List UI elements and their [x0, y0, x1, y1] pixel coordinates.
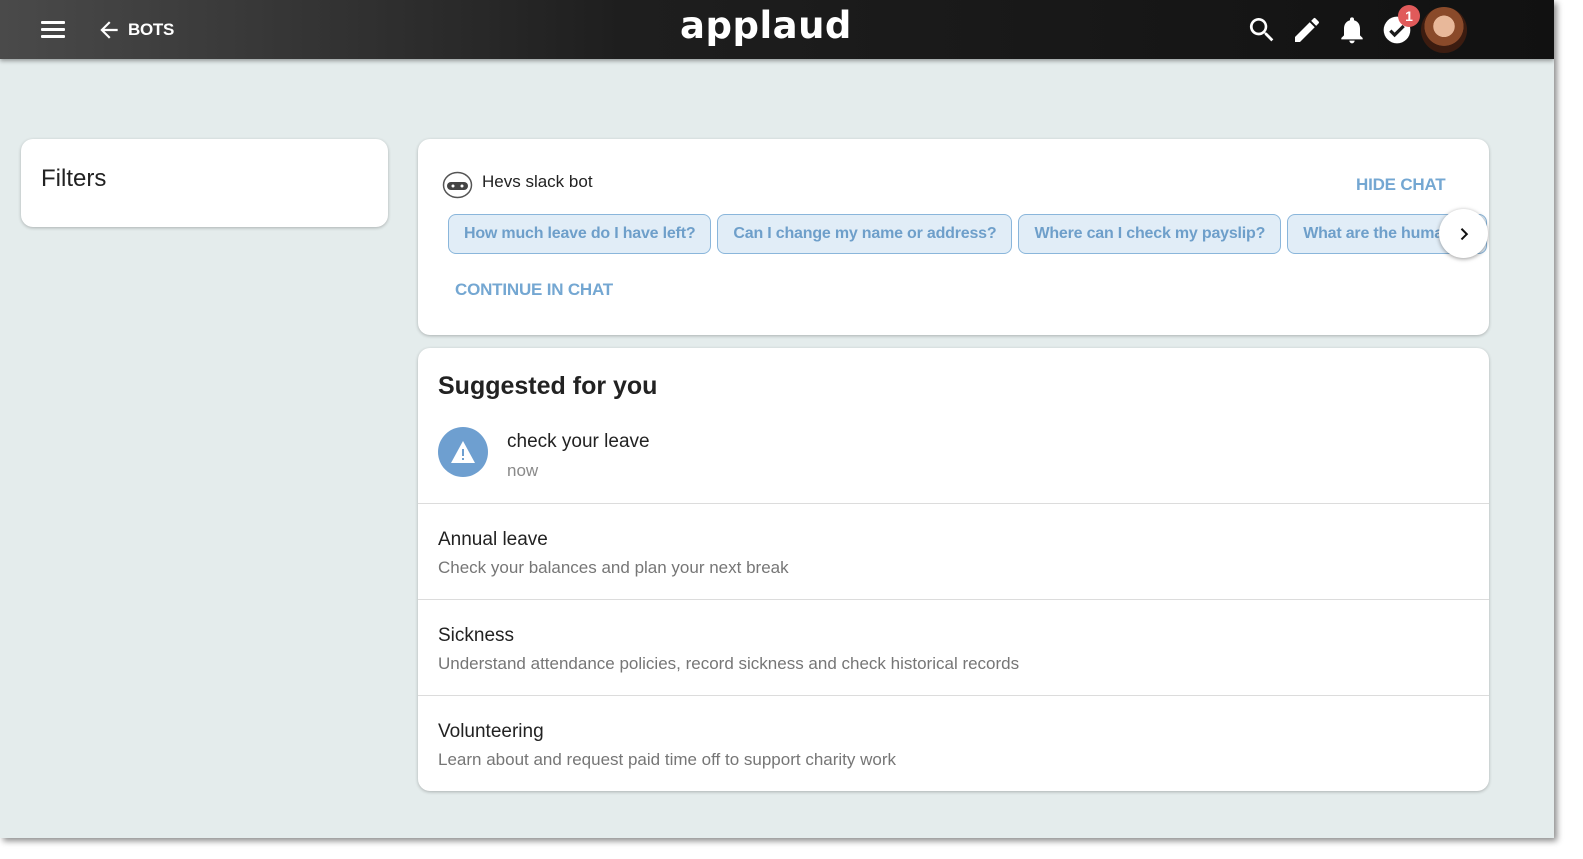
top-bar: BOTS applaud 1	[0, 0, 1554, 59]
menu-button[interactable]	[36, 15, 70, 45]
bell-icon[interactable]	[1336, 14, 1368, 46]
avatar[interactable]	[1421, 7, 1467, 53]
topic-title: Annual leave	[438, 529, 548, 550]
notification-badge: 1	[1398, 5, 1420, 27]
logo: applaud	[680, 4, 852, 47]
bot-icon	[442, 171, 473, 199]
back-arrow-icon	[100, 21, 118, 39]
chat-panel: Hevs slack bot HIDE CHAT How much leave …	[418, 139, 1489, 335]
topic-description: Check your balances and plan your next b…	[438, 558, 789, 577]
alert-avatar	[438, 427, 488, 477]
suggested-panel: Suggested for you check your leave now A…	[418, 348, 1489, 791]
alert-title[interactable]: check your leave	[507, 431, 650, 453]
topic-description: Understand attendance policies, record s…	[438, 654, 1020, 673]
list-item[interactable]: Annual leave Check your balances and pla…	[418, 504, 1489, 599]
warning-icon	[451, 441, 475, 463]
app-window: BOTS applaud 1 Filters Hevs slack bot HI…	[0, 0, 1554, 838]
back-button[interactable]: BOTS	[96, 16, 174, 44]
suggestion-chip[interactable]: Where can I check my payslip?	[1018, 214, 1282, 254]
suggestion-chip[interactable]: How much leave do I have left?	[448, 214, 712, 254]
suggestion-chips: How much leave do I have left? Can I chan…	[448, 214, 1489, 254]
list-item[interactable]: Sickness Understand attendance policies,…	[418, 600, 1489, 695]
bot-name: Hevs slack bot	[482, 172, 593, 191]
filters-title: Filters	[41, 165, 107, 192]
topic-title: Sickness	[438, 625, 515, 646]
topic-title: Volunteering	[438, 721, 544, 742]
list-item[interactable]: Volunteering Learn about and request pai…	[418, 696, 1489, 791]
filters-panel: Filters	[21, 139, 388, 227]
pencil-icon[interactable]	[1291, 14, 1323, 46]
continue-in-chat-button[interactable]: CONTINUE IN CHAT	[455, 280, 613, 300]
search-icon[interactable]	[1246, 14, 1278, 46]
back-label: BOTS	[128, 20, 175, 39]
menu-icon-line	[41, 35, 65, 38]
menu-icon-line	[41, 28, 65, 31]
chevron-right-icon	[1460, 228, 1469, 241]
topic-description: Learn about and request paid time off to…	[438, 750, 897, 769]
menu-icon-line	[41, 21, 65, 24]
alert-time: now	[507, 461, 539, 480]
suggestion-chip[interactable]: Can I change my name or address?	[717, 214, 1013, 254]
next-suggestions-button[interactable]	[1439, 209, 1488, 258]
suggested-title: Suggested for you	[438, 372, 658, 400]
hide-chat-button[interactable]: HIDE CHAT	[1356, 175, 1446, 195]
